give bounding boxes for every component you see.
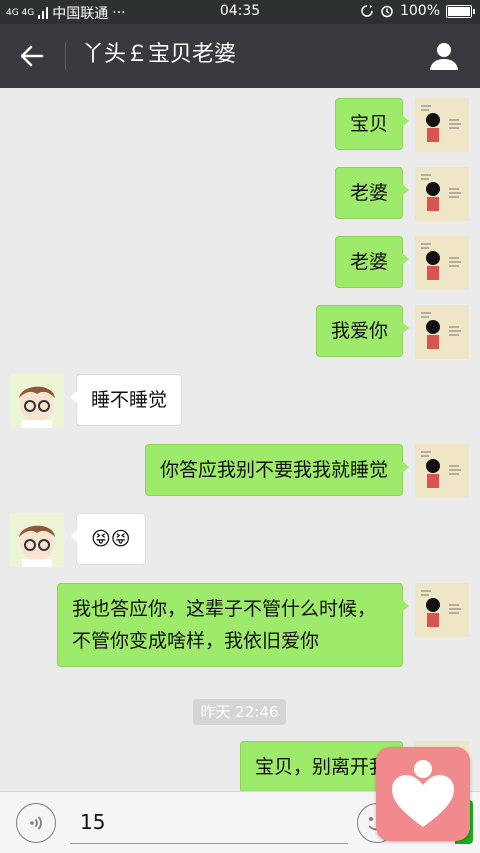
floating-heart-button[interactable] [376, 747, 470, 841]
my-avatar[interactable] [415, 236, 469, 290]
voice-icon [30, 816, 42, 830]
message-bubble-sent[interactable]: 宝贝 [334, 98, 410, 150]
back-button[interactable] [14, 38, 50, 74]
contact-avatar[interactable] [10, 374, 64, 428]
message-timestamp: 昨天 22:46 [193, 699, 286, 725]
my-avatar[interactable] [415, 98, 469, 152]
header-divider [65, 42, 66, 70]
message-bubble-sent[interactable]: 我也答应你，这辈子不管什么时候，不管你变成啥样，我依旧爱你 [57, 583, 409, 667]
message-bubble-sent[interactable]: 你答应我别不要我我就睡觉 [144, 444, 410, 496]
chat-header: 丫头￡宝贝老婆 [0, 24, 480, 88]
message-bubble-sent[interactable]: 我爱你 [315, 305, 410, 357]
voice-toggle-button[interactable] [16, 803, 56, 843]
message-bubble-sent[interactable]: 老婆 [334, 236, 410, 288]
message-input[interactable]: 15 [70, 800, 348, 844]
rotate-icon [361, 5, 373, 17]
person-icon [430, 43, 458, 70]
alarm-icon [381, 5, 393, 18]
battery-percent: 100% [399, 3, 440, 19]
chat-info-button[interactable] [426, 38, 462, 74]
message-bubble-received[interactable]: 睡不睡觉 [69, 374, 183, 426]
my-avatar[interactable] [415, 583, 469, 637]
my-avatar[interactable] [415, 167, 469, 221]
chat-title: 丫头￡宝贝老婆 [82, 42, 237, 67]
contact-avatar[interactable] [10, 513, 64, 567]
my-avatar[interactable] [415, 305, 469, 359]
message-bubble-received[interactable]: 😝😝 [70, 513, 146, 565]
battery-icon [446, 4, 475, 18]
message-bubble-sent[interactable]: 老婆 [334, 167, 410, 219]
my-avatar[interactable] [415, 444, 469, 498]
arrow-left-icon [20, 45, 44, 67]
message-list[interactable]: 宝贝 老婆 老婆 我爱你 睡不睡觉 你答应我别不要我我就睡觉 😝😝 我也答应你，… [0, 88, 480, 791]
status-bar: 4G 4G 中国联通 ··· 04:35 100% [0, 0, 480, 24]
heart-icon [392, 760, 454, 827]
